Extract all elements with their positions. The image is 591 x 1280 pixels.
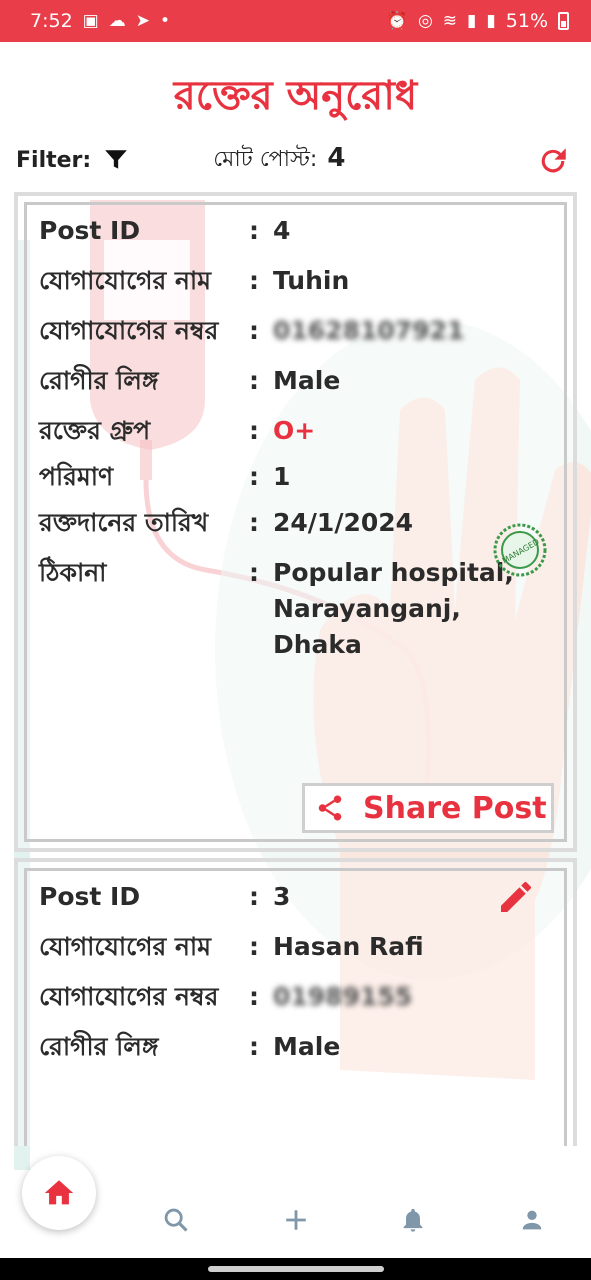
colon: : [249,932,259,961]
blood-group-label: রক্তের গ্রুপ [39,416,151,445]
colon: : [249,266,259,295]
share-post-button[interactable]: Share Post [302,783,554,833]
total-posts-count: 4 [327,142,346,173]
send-icon: ➤ [135,10,150,31]
post-card-body: Post ID : 3 যোগাযোগের নাম : Hasan Rafi য… [24,868,567,1146]
contact-phone-label: যোগাযোগের নম্বর [39,316,219,345]
colon: : [249,462,259,491]
post-card: Post ID : 3 যোগাযোগের নাম : Hasan Rafi য… [14,858,577,1146]
total-posts: মোট পোস্ট: 4 [213,142,345,179]
filter-row: Filter: মোট পোস্ট: 4 [16,140,576,180]
amount-value: 1 [273,462,291,491]
contact-name-label: যোগাযোগের নাম [39,932,212,961]
alarm-icon: ⏰ [386,10,408,31]
home-icon [44,1180,74,1205]
blood-group-row: রক্তের গ্রুপ : O+ [39,413,552,449]
share-icon [318,795,342,821]
contact-phone-row: যোগাযোগের নম্বর : 01628107921 [39,313,552,349]
patient-gender-label: রোগীর লিঙ্গ [39,366,159,395]
share-post-label: Share Post [363,790,547,826]
page-title: রক্তের অনুরোধ [173,73,418,119]
colon: : [249,216,259,245]
gallery-icon: ▣ [82,10,99,31]
contact-name-value: Hasan Rafi [273,932,424,961]
post-id-row: Post ID : 3 [39,879,552,915]
bell-icon [403,1208,423,1232]
gesture-handle[interactable] [208,1266,384,1272]
nav-notifications-button[interactable] [397,1204,429,1236]
contact-phone-label: যোগাযোগের নম্বর [39,982,219,1011]
colon: : [249,508,259,537]
address-row: ঠিকানা : Popular hospital, Narayanganj, … [39,555,552,663]
colon: : [249,882,259,911]
patient-gender-row: রোগীর লিঙ্গ : Male [39,363,552,399]
contact-name-row: যোগাযোগের নাম : Hasan Rafi [39,929,552,965]
contact-phone-value: 01628107921 [273,316,465,345]
colon: : [249,366,259,395]
post-id-label: Post ID [39,216,141,245]
post-id-value: 4 [273,216,291,245]
refresh-icon[interactable] [536,144,570,178]
contact-name-value: Tuhin [273,266,350,295]
donation-date-label: রক্তদানের তারিখ [39,508,209,537]
dot-icon: • [159,10,171,31]
search-icon [164,1208,188,1232]
patient-gender-value: Male [273,1032,341,1061]
signal-icon: ▮ [467,10,477,31]
post-card-body: Post ID : 4 যোগাযোগের নাম : Tuhin যোগাযো… [24,202,567,842]
filter-label: Filter: [16,147,92,173]
managed-stamp: MANAGED [493,523,547,577]
contact-phone-value: 01989155 [273,982,413,1011]
contact-name-label: যোগাযোগের নাম [39,266,212,295]
nav-home-button[interactable] [22,1156,96,1230]
colon: : [249,316,259,345]
person-icon [522,1210,542,1230]
donation-date-row: রক্তদানের তারিখ : 24/1/2024 [39,505,552,541]
colon: : [249,558,259,587]
nav-search-button[interactable] [160,1204,192,1236]
address-label: ঠিকানা [39,558,107,587]
colon: : [249,416,259,445]
hotspot-icon: ◎ [417,10,433,31]
filter-icon[interactable] [103,147,129,173]
contact-name-row: যোগাযোগের নাম : Tuhin [39,263,552,299]
total-posts-label: মোট পোস্ট: [213,146,318,172]
blood-group-value: O+ [273,416,316,445]
plus-icon [286,1210,306,1230]
nav-profile-button[interactable] [516,1204,548,1236]
system-gesture-bar [0,1258,591,1280]
patient-gender-value: Male [273,366,341,395]
colon: : [249,1032,259,1061]
status-time: 7:52 [30,10,73,32]
amount-row: পরিমাণ : 1 [39,459,552,495]
signal-icon: ▮ [486,10,496,31]
post-id-row: Post ID : 4 [39,213,552,249]
status-bar: 7:52 ▣ ☁ ➤ • ⏰ ◎ ≋ ▮ ▮ 51% [0,0,591,42]
amount-label: পরিমাণ [39,462,114,491]
weather-icon: ☁ [108,10,126,31]
edit-icon[interactable] [496,877,536,917]
colon: : [249,982,259,1011]
battery-icon [558,12,569,30]
nav-add-button[interactable] [280,1204,312,1236]
contact-phone-row: যোগাযোগের নম্বর : 01989155 [39,979,552,1015]
wifi-icon: ≋ [442,10,458,31]
patient-gender-row: রোগীর লিঙ্গ : Male [39,1029,552,1065]
patient-gender-label: রোগীর লিঙ্গ [39,1032,159,1061]
battery-percent: 51% [505,10,548,32]
post-id-label: Post ID [39,882,141,911]
